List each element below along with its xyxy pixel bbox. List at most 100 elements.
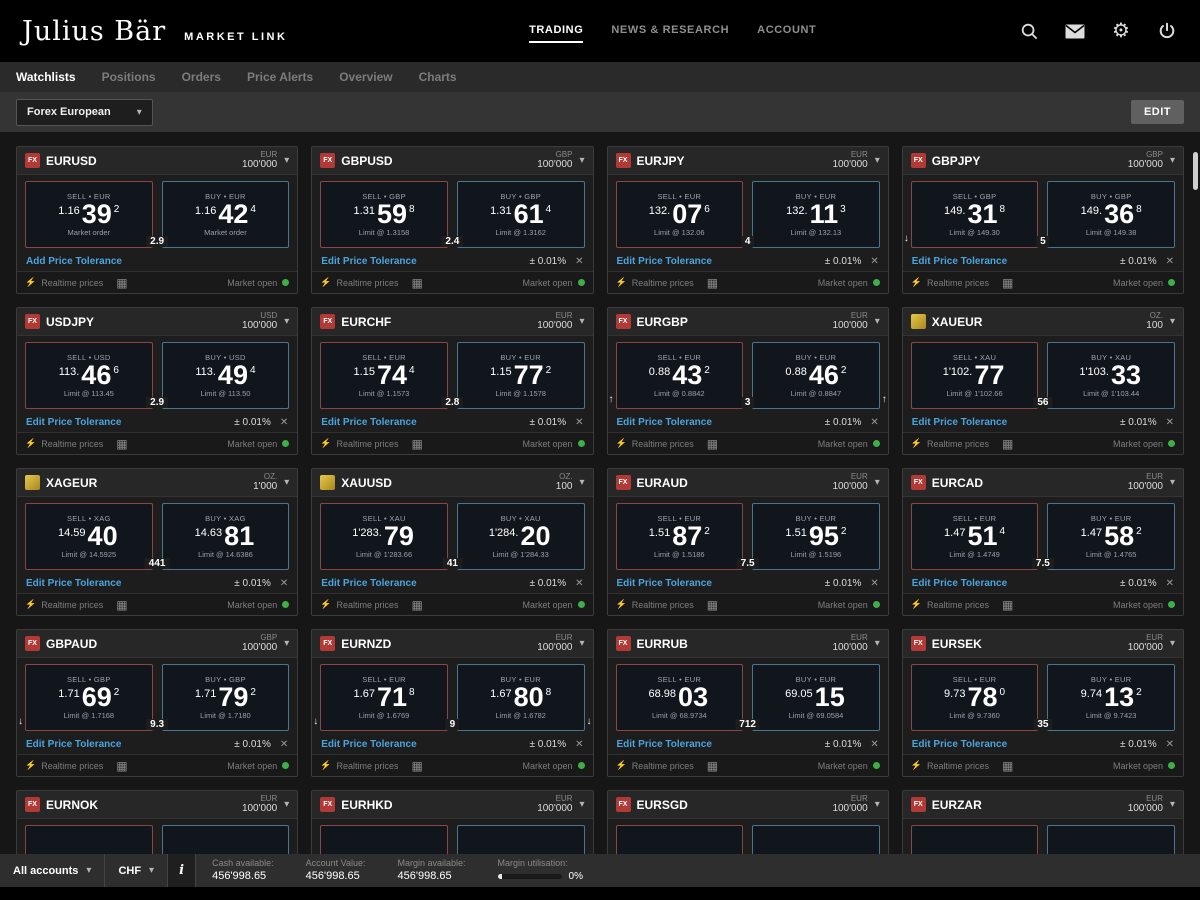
tab-orders[interactable]: Orders bbox=[182, 70, 221, 84]
buy-button[interactable]: BUY • XAU 1'103. 33 Limit @ 1'103.44 bbox=[1047, 342, 1175, 409]
buy-button[interactable]: BUY • EUR 69.05 15 Limit @ 69.0584 bbox=[752, 664, 880, 731]
calculator-icon[interactable]: ▦ bbox=[1002, 760, 1013, 772]
price-tolerance-link[interactable]: Edit Price Tolerance bbox=[912, 256, 1007, 267]
price-tolerance-link[interactable]: Edit Price Tolerance bbox=[321, 578, 416, 589]
price-tolerance-link[interactable]: Edit Price Tolerance bbox=[26, 578, 121, 589]
price-tolerance-link[interactable]: Edit Price Tolerance bbox=[321, 417, 416, 428]
price-tolerance-link[interactable]: Edit Price Tolerance bbox=[912, 417, 1007, 428]
watchlist-dropdown[interactable]: Forex European ▾ bbox=[16, 98, 153, 126]
price-tolerance-link[interactable]: Edit Price Tolerance bbox=[912, 578, 1007, 589]
close-icon[interactable]: ✕ bbox=[870, 739, 878, 750]
power-icon[interactable] bbox=[1156, 20, 1178, 42]
price-tolerance-link[interactable]: Edit Price Tolerance bbox=[912, 739, 1007, 750]
amount-dropdown[interactable]: OZ. 100 ▾ bbox=[556, 472, 585, 493]
sell-button[interactable]: SELL • GBP 149. 31 8 Limit @ 149.30 bbox=[910, 181, 1039, 248]
calculator-icon[interactable]: ▦ bbox=[412, 760, 423, 772]
price-tolerance-link[interactable]: Edit Price Tolerance bbox=[321, 739, 416, 750]
calculator-icon[interactable]: ▦ bbox=[412, 277, 423, 289]
calculator-icon[interactable]: ▦ bbox=[116, 760, 127, 772]
nav-account[interactable]: ACCOUNT bbox=[757, 20, 816, 43]
sell-button[interactable]: SELL • EUR 0.88 43 2 Limit @ 0.8842 bbox=[615, 342, 744, 409]
buy-button[interactable]: BUY • EUR 9.74 13 2 Limit @ 9.7423 bbox=[1047, 664, 1175, 731]
price-tolerance-link[interactable]: Edit Price Tolerance bbox=[617, 739, 712, 750]
mail-icon[interactable] bbox=[1064, 20, 1086, 42]
calculator-icon[interactable]: ▦ bbox=[116, 599, 127, 611]
amount-dropdown[interactable]: GBP 100'000 ▾ bbox=[242, 633, 289, 654]
price-tolerance-link[interactable]: Edit Price Tolerance bbox=[321, 256, 416, 267]
buy-button[interactable]: BUY • EUR 132. 11 3 Limit @ 132.13 bbox=[752, 181, 880, 248]
search-icon[interactable] bbox=[1018, 20, 1040, 42]
buy-button[interactable]: BUY • EUR 1.15 77 2 Limit @ 1.1578 bbox=[456, 342, 585, 409]
sell-button[interactable]: SELL • EUR 9.73 78 0 Limit @ 9.7360 bbox=[910, 664, 1039, 731]
close-icon[interactable]: ✕ bbox=[870, 256, 878, 267]
buy-button[interactable]: BUY • XAG 14.63 81 Limit @ 14.6386 bbox=[161, 503, 290, 570]
price-tolerance-link[interactable]: Add Price Tolerance bbox=[26, 256, 122, 267]
tab-price-alerts[interactable]: Price Alerts bbox=[247, 70, 313, 84]
amount-dropdown[interactable]: EUR 100'000 ▾ bbox=[832, 633, 879, 654]
amount-dropdown[interactable]: EUR 100'000 ▾ bbox=[537, 633, 584, 654]
info-button[interactable]: i bbox=[168, 854, 197, 887]
buy-button[interactable]: BUY • XAU 1'284. 20 Limit @ 1'284.33 bbox=[456, 503, 585, 570]
amount-dropdown[interactable]: USD 100'000 ▾ bbox=[242, 311, 289, 332]
sell-button[interactable]: SELL • USD 113. 46 6 Limit @ 113.45 bbox=[25, 342, 153, 409]
amount-dropdown[interactable]: OZ. 100 ▾ bbox=[1146, 311, 1175, 332]
close-icon[interactable]: ✕ bbox=[870, 417, 878, 428]
tab-overview[interactable]: Overview bbox=[339, 70, 392, 84]
amount-dropdown[interactable]: EUR 100'000 ▾ bbox=[1128, 794, 1175, 815]
accounts-dropdown[interactable]: All accounts ▾ bbox=[0, 854, 106, 887]
sell-button[interactable]: SELL • EUR 1.15 74 4 Limit @ 1.1573 bbox=[320, 342, 448, 409]
price-tolerance-link[interactable]: Edit Price Tolerance bbox=[617, 256, 712, 267]
calculator-icon[interactable]: ▦ bbox=[116, 277, 127, 289]
calculator-icon[interactable]: ▦ bbox=[412, 599, 423, 611]
price-tolerance-link[interactable]: Edit Price Tolerance bbox=[26, 417, 121, 428]
close-icon[interactable]: ✕ bbox=[575, 739, 583, 750]
amount-dropdown[interactable]: EUR 100'000 ▾ bbox=[242, 794, 289, 815]
edit-button[interactable]: EDIT bbox=[1130, 100, 1184, 124]
sell-button[interactable]: SELL • EUR 1.51 87 2 Limit @ 1.5186 bbox=[615, 503, 744, 570]
buy-button[interactable]: BUY • EUR 1.16 42 4 Market order bbox=[161, 181, 290, 248]
calculator-icon[interactable]: ▦ bbox=[1002, 438, 1013, 450]
buy-button[interactable]: BUY • GBP 1.31 61 4 Limit @ 1.3162 bbox=[456, 181, 585, 248]
currency-dropdown[interactable]: CHF ▾ bbox=[105, 854, 169, 887]
buy-button[interactable]: BUY • EUR 1.51 95 2 Limit @ 1.5196 bbox=[752, 503, 880, 570]
tab-positions[interactable]: Positions bbox=[102, 70, 156, 84]
amount-dropdown[interactable]: EUR 100'000 ▾ bbox=[537, 311, 584, 332]
buy-button[interactable]: BUY • EUR 0.88 46 2 Limit @ 0.8847 bbox=[752, 342, 880, 409]
close-icon[interactable]: ✕ bbox=[575, 417, 583, 428]
close-icon[interactable]: ✕ bbox=[1166, 578, 1174, 589]
settings-icon[interactable]: ⚙ bbox=[1110, 20, 1132, 42]
amount-dropdown[interactable]: EUR 100'000 ▾ bbox=[537, 794, 584, 815]
amount-dropdown[interactable]: GBP 100'000 ▾ bbox=[537, 150, 584, 171]
nav-news-research[interactable]: NEWS & RESEARCH bbox=[611, 20, 729, 43]
nav-trading[interactable]: TRADING bbox=[529, 20, 584, 43]
tab-charts[interactable]: Charts bbox=[419, 70, 457, 84]
calculator-icon[interactable]: ▦ bbox=[1002, 599, 1013, 611]
calculator-icon[interactable]: ▦ bbox=[1002, 277, 1013, 289]
amount-dropdown[interactable]: EUR 100'000 ▾ bbox=[832, 150, 879, 171]
close-icon[interactable]: ✕ bbox=[575, 256, 583, 267]
sell-button[interactable]: SELL • GBP 1.71 69 2 Limit @ 1.7168 bbox=[25, 664, 153, 731]
amount-dropdown[interactable]: EUR 100'000 ▾ bbox=[1128, 472, 1175, 493]
calculator-icon[interactable]: ▦ bbox=[116, 438, 127, 450]
close-icon[interactable]: ✕ bbox=[870, 578, 878, 589]
calculator-icon[interactable]: ▦ bbox=[707, 599, 718, 611]
calculator-icon[interactable]: ▦ bbox=[707, 760, 718, 772]
sell-button[interactable]: SELL • EUR 68.98 03 Limit @ 68.9734 bbox=[615, 664, 744, 731]
sell-button[interactable]: SELL • EUR 1.67 71 8 Limit @ 1.6769 bbox=[320, 664, 448, 731]
price-tolerance-link[interactable]: Edit Price Tolerance bbox=[617, 578, 712, 589]
sell-button[interactable]: SELL • XAG 14.59 40 Limit @ 14.5925 bbox=[25, 503, 153, 570]
close-icon[interactable]: ✕ bbox=[1166, 739, 1174, 750]
scrollbar-thumb[interactable] bbox=[1193, 152, 1198, 190]
amount-dropdown[interactable]: GBP 100'000 ▾ bbox=[1128, 150, 1175, 171]
buy-button[interactable]: BUY • EUR 1.47 58 2 Limit @ 1.4765 bbox=[1047, 503, 1175, 570]
amount-dropdown[interactable]: OZ. 1'000 ▾ bbox=[253, 472, 289, 493]
close-icon[interactable]: ✕ bbox=[1166, 256, 1174, 267]
amount-dropdown[interactable]: EUR 100'000 ▾ bbox=[832, 472, 879, 493]
buy-button[interactable]: BUY • GBP 1.71 79 2 Limit @ 1.7180 bbox=[161, 664, 290, 731]
calculator-icon[interactable]: ▦ bbox=[707, 277, 718, 289]
amount-dropdown[interactable]: EUR 100'000 ▾ bbox=[832, 794, 879, 815]
sell-button[interactable]: SELL • XAU 1'283. 79 Limit @ 1'283.66 bbox=[320, 503, 448, 570]
close-icon[interactable]: ✕ bbox=[280, 417, 288, 428]
sell-button[interactable]: SELL • EUR 1.47 51 4 Limit @ 1.4749 bbox=[910, 503, 1039, 570]
price-tolerance-link[interactable]: Edit Price Tolerance bbox=[26, 739, 121, 750]
